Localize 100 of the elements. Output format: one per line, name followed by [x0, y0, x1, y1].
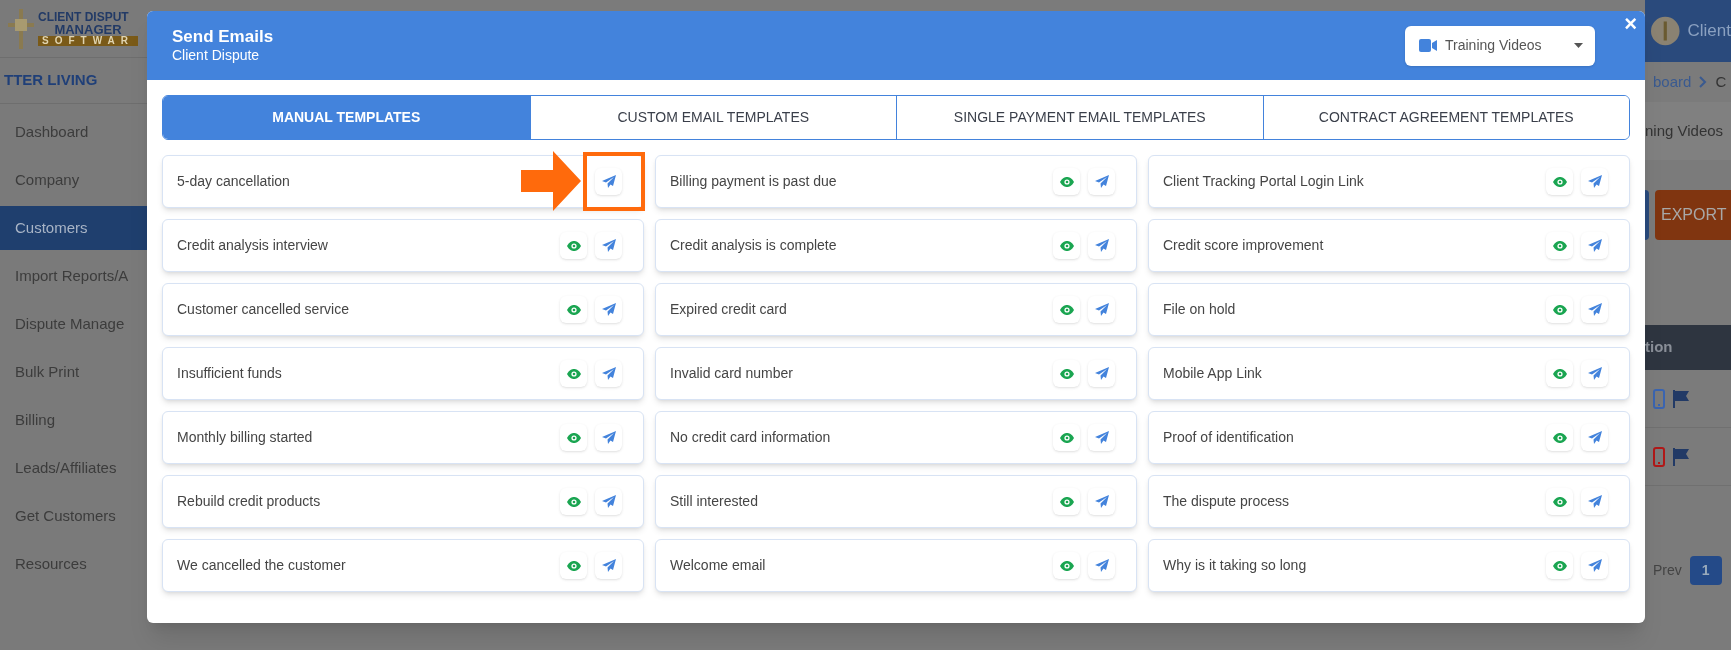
modal-title: Send Emails [172, 26, 275, 48]
send-button[interactable] [1088, 232, 1115, 259]
preview-eye-button[interactable] [1546, 232, 1573, 259]
send-button[interactable] [1088, 488, 1115, 515]
send-button[interactable] [1581, 424, 1608, 451]
preview-eye-button[interactable] [1546, 488, 1573, 515]
send-button[interactable] [595, 360, 622, 387]
send-button[interactable] [595, 552, 622, 579]
send-button[interactable] [1088, 360, 1115, 387]
preview-eye-button[interactable] [1546, 360, 1573, 387]
preview-eye-button[interactable] [1546, 296, 1573, 323]
send-button[interactable] [1581, 296, 1608, 323]
send-button[interactable] [1088, 296, 1115, 323]
template-name: Welcome email [670, 556, 767, 575]
template-name: Mobile App Link [1163, 364, 1263, 383]
send-icon [1587, 239, 1602, 252]
template-name: Insufficient funds [177, 364, 283, 383]
preview-eye-button[interactable] [1053, 168, 1080, 195]
template-name: Why is it taking so long [1163, 556, 1308, 575]
training-videos-button[interactable]: Training Videos [1405, 25, 1595, 66]
eye-icon [566, 496, 581, 507]
preview-eye-button[interactable] [1053, 552, 1080, 579]
template-name: The dispute process [1163, 492, 1291, 511]
preview-eye-button[interactable] [1053, 296, 1080, 323]
send-icon [1587, 559, 1602, 572]
chevron-icon [1699, 76, 1708, 88]
eye-icon [1059, 432, 1074, 443]
send-button[interactable] [1581, 360, 1608, 387]
template-name: Monthly billing started [177, 428, 314, 447]
eye-icon [566, 368, 581, 379]
send-button[interactable] [595, 488, 622, 515]
flag-icon[interactable] [1673, 447, 1689, 466]
preview-eye-button[interactable] [560, 232, 587, 259]
preview-eye-button[interactable] [1053, 424, 1080, 451]
breadcrumb-link[interactable]: board [1653, 70, 1692, 94]
preview-eye-button[interactable] [1546, 424, 1573, 451]
template-name: Rebuild credit products [177, 492, 322, 511]
template-name: No credit card information [670, 428, 832, 447]
send-icon [1094, 239, 1109, 252]
send-button[interactable] [595, 296, 622, 323]
flag-icon[interactable] [1673, 389, 1689, 408]
template-name: Still interested [670, 492, 759, 511]
eye-icon [1552, 176, 1567, 187]
template-name: Billing payment is past due [670, 172, 838, 191]
send-button[interactable] [1581, 552, 1608, 579]
send-button[interactable] [1088, 552, 1115, 579]
send-button[interactable] [1088, 168, 1115, 195]
preview-eye-button[interactable] [560, 488, 587, 515]
eye-icon [1059, 496, 1074, 507]
preview-eye-button[interactable] [560, 360, 587, 387]
send-icon [1094, 431, 1109, 444]
template-name: 5-day cancellation [177, 172, 291, 191]
send-icon [1094, 175, 1109, 188]
template-name: Client Tracking Portal Login Link [1163, 172, 1365, 191]
send-icon [1094, 303, 1109, 316]
send-icon [1587, 495, 1602, 508]
preview-eye-button[interactable] [1053, 360, 1080, 387]
preview-eye-button[interactable] [560, 552, 587, 579]
preview-eye-button[interactable] [560, 424, 587, 451]
send-button[interactable] [595, 168, 622, 195]
send-button[interactable] [595, 232, 622, 259]
eye-icon [1552, 240, 1567, 251]
logo-text: SOFTWAR [38, 36, 138, 46]
eye-icon [566, 240, 581, 251]
send-icon [601, 431, 616, 444]
send-button[interactable] [1581, 232, 1608, 259]
send-icon [1094, 367, 1109, 380]
template-name: Customer cancelled service [177, 300, 350, 319]
template-name: File on hold [1163, 300, 1237, 319]
send-icon [1587, 303, 1602, 316]
preview-eye-button[interactable] [1053, 232, 1080, 259]
logo-text: CLIENT DISPUT [38, 11, 130, 23]
eye-icon [1552, 432, 1567, 443]
send-button[interactable] [1088, 424, 1115, 451]
preview-eye-button[interactable] [560, 296, 587, 323]
send-button[interactable] [1581, 488, 1608, 515]
preview-eye-button[interactable] [1546, 552, 1573, 579]
user-name: Client [1687, 20, 1731, 43]
preview-eye-button[interactable] [1053, 488, 1080, 515]
template-name: We cancelled the customer [177, 556, 347, 575]
send-icon [601, 495, 616, 508]
phone-icon[interactable] [1653, 446, 1665, 467]
logo-text: MANAGER [54, 23, 122, 36]
template-name: Credit score improvement [1163, 236, 1325, 255]
modal-subtitle: Client Dispute [172, 47, 261, 65]
preview-eye-button[interactable] [1546, 168, 1573, 195]
prev-link[interactable]: Prev [1653, 560, 1682, 581]
eye-icon [566, 432, 581, 443]
tab[interactable]: MANUAL TEMPLATES [163, 96, 530, 139]
close-button[interactable]: × [1624, 13, 1637, 35]
export-button[interactable]: EXPORT [1655, 190, 1731, 240]
arrow-icon [521, 151, 581, 211]
send-button[interactable] [1581, 168, 1608, 195]
send-button[interactable] [595, 424, 622, 451]
send-icon [1587, 175, 1602, 188]
template-name: Proof of identification [1163, 428, 1295, 447]
caret-icon [1574, 43, 1583, 48]
page-button[interactable]: 1 [1689, 556, 1722, 585]
tab[interactable]: CONTRACT AGREEMENT TEMPLATES [1262, 96, 1629, 139]
send-icon [1094, 495, 1109, 508]
